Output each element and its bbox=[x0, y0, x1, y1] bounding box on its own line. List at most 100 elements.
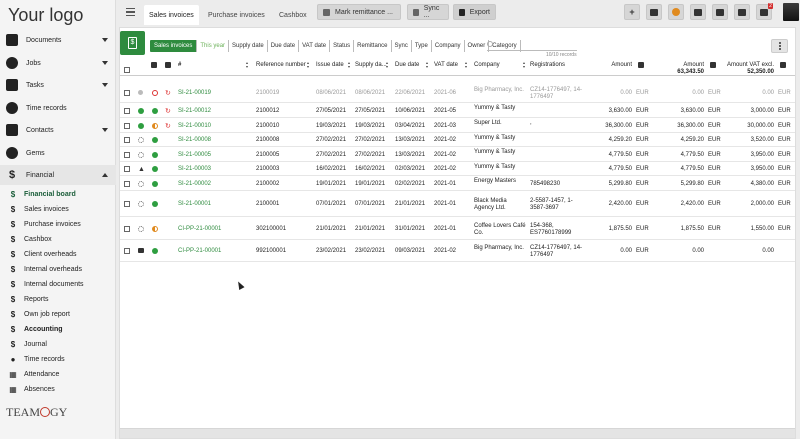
video-button[interactable] bbox=[712, 4, 728, 20]
filter-sync[interactable]: Sync bbox=[392, 40, 412, 52]
nav-financial[interactable]: $ Financial bbox=[0, 165, 116, 185]
invoice-number-link[interactable]: SI-21-00001 bbox=[178, 201, 211, 208]
invoice-number-link[interactable]: SI-21-00005 bbox=[178, 152, 211, 159]
sort-icon[interactable] bbox=[246, 62, 249, 69]
sidebar-item-accounting[interactable]: $ Accounting bbox=[0, 322, 116, 337]
invoice-number-link[interactable]: SI-21-00003 bbox=[178, 166, 211, 173]
filter-status[interactable]: Status bbox=[330, 40, 355, 52]
help-button[interactable] bbox=[668, 4, 684, 20]
search-input[interactable] bbox=[497, 40, 575, 50]
sidebar-item-time-records[interactable]: ● Time records bbox=[0, 352, 116, 367]
nav-tasks[interactable]: Tasks bbox=[0, 75, 116, 95]
sidebar-item-purchase-invoices[interactable]: $ Purchase invoices bbox=[0, 217, 116, 232]
sidebar-item-journal[interactable]: $ Journal bbox=[0, 337, 116, 352]
company-name[interactable]: Big Pharmacy, Inc. bbox=[474, 87, 526, 94]
row-checkbox[interactable] bbox=[124, 166, 130, 172]
column-header-amount[interactable]: Amount bbox=[606, 62, 632, 69]
column-header-number[interactable]: # bbox=[178, 62, 181, 69]
sort-icon[interactable] bbox=[386, 62, 389, 69]
sort-icon[interactable] bbox=[465, 62, 468, 69]
avatar[interactable] bbox=[783, 3, 799, 21]
row-checkbox[interactable] bbox=[124, 90, 130, 96]
sidebar-item-cashbox[interactable]: $ Cashbox bbox=[0, 232, 116, 247]
row-checkbox[interactable] bbox=[124, 181, 130, 187]
row-checkbox[interactable] bbox=[124, 226, 130, 232]
company-name[interactable]: Super Ltd. bbox=[474, 120, 526, 127]
filter-company[interactable]: Company bbox=[432, 40, 465, 52]
sidebar-item-internal-overheads[interactable]: $ Internal overheads bbox=[0, 262, 116, 277]
nav-documents[interactable]: Documents bbox=[0, 30, 116, 50]
column-header-issue-date[interactable]: Issue date bbox=[316, 62, 344, 69]
sidebar-item-absences[interactable]: ▦ Absences bbox=[0, 382, 116, 397]
row-checkbox[interactable] bbox=[124, 108, 130, 114]
export-button[interactable]: Export bbox=[453, 4, 496, 20]
table-row[interactable]: ↻ SI-21-00012 2100012 27/05/2021 27/05/2021 1… bbox=[120, 103, 795, 118]
sidebar-item-reports[interactable]: $ Reports bbox=[0, 292, 116, 307]
sidebar-item-financial-board[interactable]: $ Financial board bbox=[0, 187, 116, 202]
table-row[interactable]: SI-21-00002 2100002 19/01/2021 19/01/2021 02… bbox=[120, 176, 795, 191]
invoice-number-link[interactable]: CI-PP-21-00001 bbox=[178, 226, 221, 233]
more-options-button[interactable] bbox=[771, 39, 788, 53]
tab-purchase-invoices[interactable]: Purchase invoices bbox=[203, 5, 270, 25]
sidebar-item-client-overheads[interactable]: $ Client overheads bbox=[0, 247, 116, 262]
menu-icon[interactable] bbox=[126, 8, 135, 16]
invoice-number-link[interactable]: SI-21-00010 bbox=[178, 123, 211, 130]
mark-remittance-button[interactable]: Mark remittance ... bbox=[317, 4, 401, 20]
column-header-amount-converted[interactable]: Amount bbox=[660, 62, 704, 69]
table-row[interactable]: SI-21-00005 2100005 27/02/2021 27/02/2021 13… bbox=[120, 147, 795, 162]
tab-sales-invoices[interactable]: Sales invoices bbox=[144, 5, 199, 25]
sort-icon[interactable] bbox=[523, 62, 526, 69]
nav-jobs[interactable]: Jobs bbox=[0, 53, 116, 73]
row-checkbox[interactable] bbox=[124, 248, 130, 254]
column-header-due-date[interactable]: Due date bbox=[395, 62, 419, 69]
column-header-company[interactable]: Company bbox=[474, 62, 500, 69]
sync-button[interactable]: Sync ... bbox=[407, 4, 449, 20]
company-name[interactable]: Coffee Lovers Café Co. bbox=[474, 223, 526, 237]
filter-supply-date[interactable]: Supply date bbox=[229, 40, 268, 52]
filter-remittance[interactable]: Remittance bbox=[354, 40, 392, 52]
column-header-registrations[interactable]: Registrations bbox=[530, 62, 565, 69]
filter-due-date[interactable]: Due date bbox=[268, 40, 300, 52]
row-checkbox[interactable] bbox=[124, 201, 130, 207]
filter-sales-invoices[interactable]: Sales invoices bbox=[150, 40, 198, 52]
column-header-vat-date[interactable]: VAT date bbox=[434, 62, 458, 69]
table-row[interactable]: SI-21-00001 2100001 07/01/2021 07/01/2021 21… bbox=[120, 191, 795, 217]
nav-contacts[interactable]: Contacts bbox=[0, 120, 116, 140]
invoice-number-link[interactable]: SI-21-00002 bbox=[178, 181, 211, 188]
table-row[interactable]: SI-21-00008 2100008 27/02/2021 27/02/2021 13… bbox=[120, 133, 795, 147]
add-button[interactable]: + bbox=[624, 4, 640, 20]
column-header-amount-vat-excl[interactable]: Amount VAT excl. bbox=[726, 62, 774, 69]
filter-vat-date[interactable]: VAT date bbox=[299, 40, 331, 52]
app-logo[interactable]: Your logo bbox=[8, 5, 83, 26]
horizontal-scrollbar[interactable] bbox=[120, 428, 795, 438]
table-row[interactable]: ▲ SI-21-00003 2100003 16/02/2021 16/02/2021 0… bbox=[120, 162, 795, 176]
sidebar-item-internal-documents[interactable]: $ Internal documents bbox=[0, 277, 116, 292]
sort-icon[interactable] bbox=[426, 62, 429, 69]
table-row[interactable]: CI-PP-21-00001 302100001 21/01/2021 21/01/2… bbox=[120, 217, 795, 240]
table-row[interactable]: ↻ SI-21-00019 2100019 08/06/2021 08/06/2021 2… bbox=[120, 82, 795, 103]
company-name[interactable]: Energy Masters bbox=[474, 178, 526, 185]
nav-time-records[interactable]: Time records bbox=[0, 98, 116, 118]
sidebar-item-sales-invoices[interactable]: $ Sales invoices bbox=[0, 202, 116, 217]
invoice-number-link[interactable]: SI-21-00012 bbox=[178, 108, 211, 115]
sidebar-item-attendance[interactable]: ▦ Attendance bbox=[0, 367, 116, 382]
filter-owner[interactable]: Owner bbox=[465, 40, 490, 52]
notes-button[interactable] bbox=[646, 4, 662, 20]
company-name[interactable]: Big Pharmacy, Inc. bbox=[474, 245, 526, 252]
tab-cashbox[interactable]: Cashbox bbox=[274, 5, 312, 25]
sort-icon[interactable] bbox=[307, 62, 310, 69]
sidebar-item-own-job-report[interactable]: $ Own job report bbox=[0, 307, 116, 322]
table-row[interactable]: ↻ SI-21-00010 2100010 19/03/2021 19/03/2021 0… bbox=[120, 118, 795, 133]
company-name[interactable]: Yummy & Tasty bbox=[474, 135, 526, 142]
row-checkbox[interactable] bbox=[124, 152, 130, 158]
company-name[interactable]: Yummy & Tasty bbox=[474, 149, 526, 156]
column-header-supply-date[interactable]: Supply da... bbox=[355, 62, 387, 69]
chat-button[interactable] bbox=[734, 4, 750, 20]
print-button[interactable] bbox=[690, 4, 706, 20]
company-name[interactable]: Yummy & Tasty bbox=[474, 105, 526, 112]
company-name[interactable]: Yummy & Tasty bbox=[474, 164, 526, 171]
invoice-number-link[interactable]: SI-21-00008 bbox=[178, 137, 211, 144]
nav-gems[interactable]: Gems bbox=[0, 143, 116, 163]
filter-type[interactable]: Type bbox=[412, 40, 432, 52]
row-checkbox[interactable] bbox=[124, 123, 130, 129]
